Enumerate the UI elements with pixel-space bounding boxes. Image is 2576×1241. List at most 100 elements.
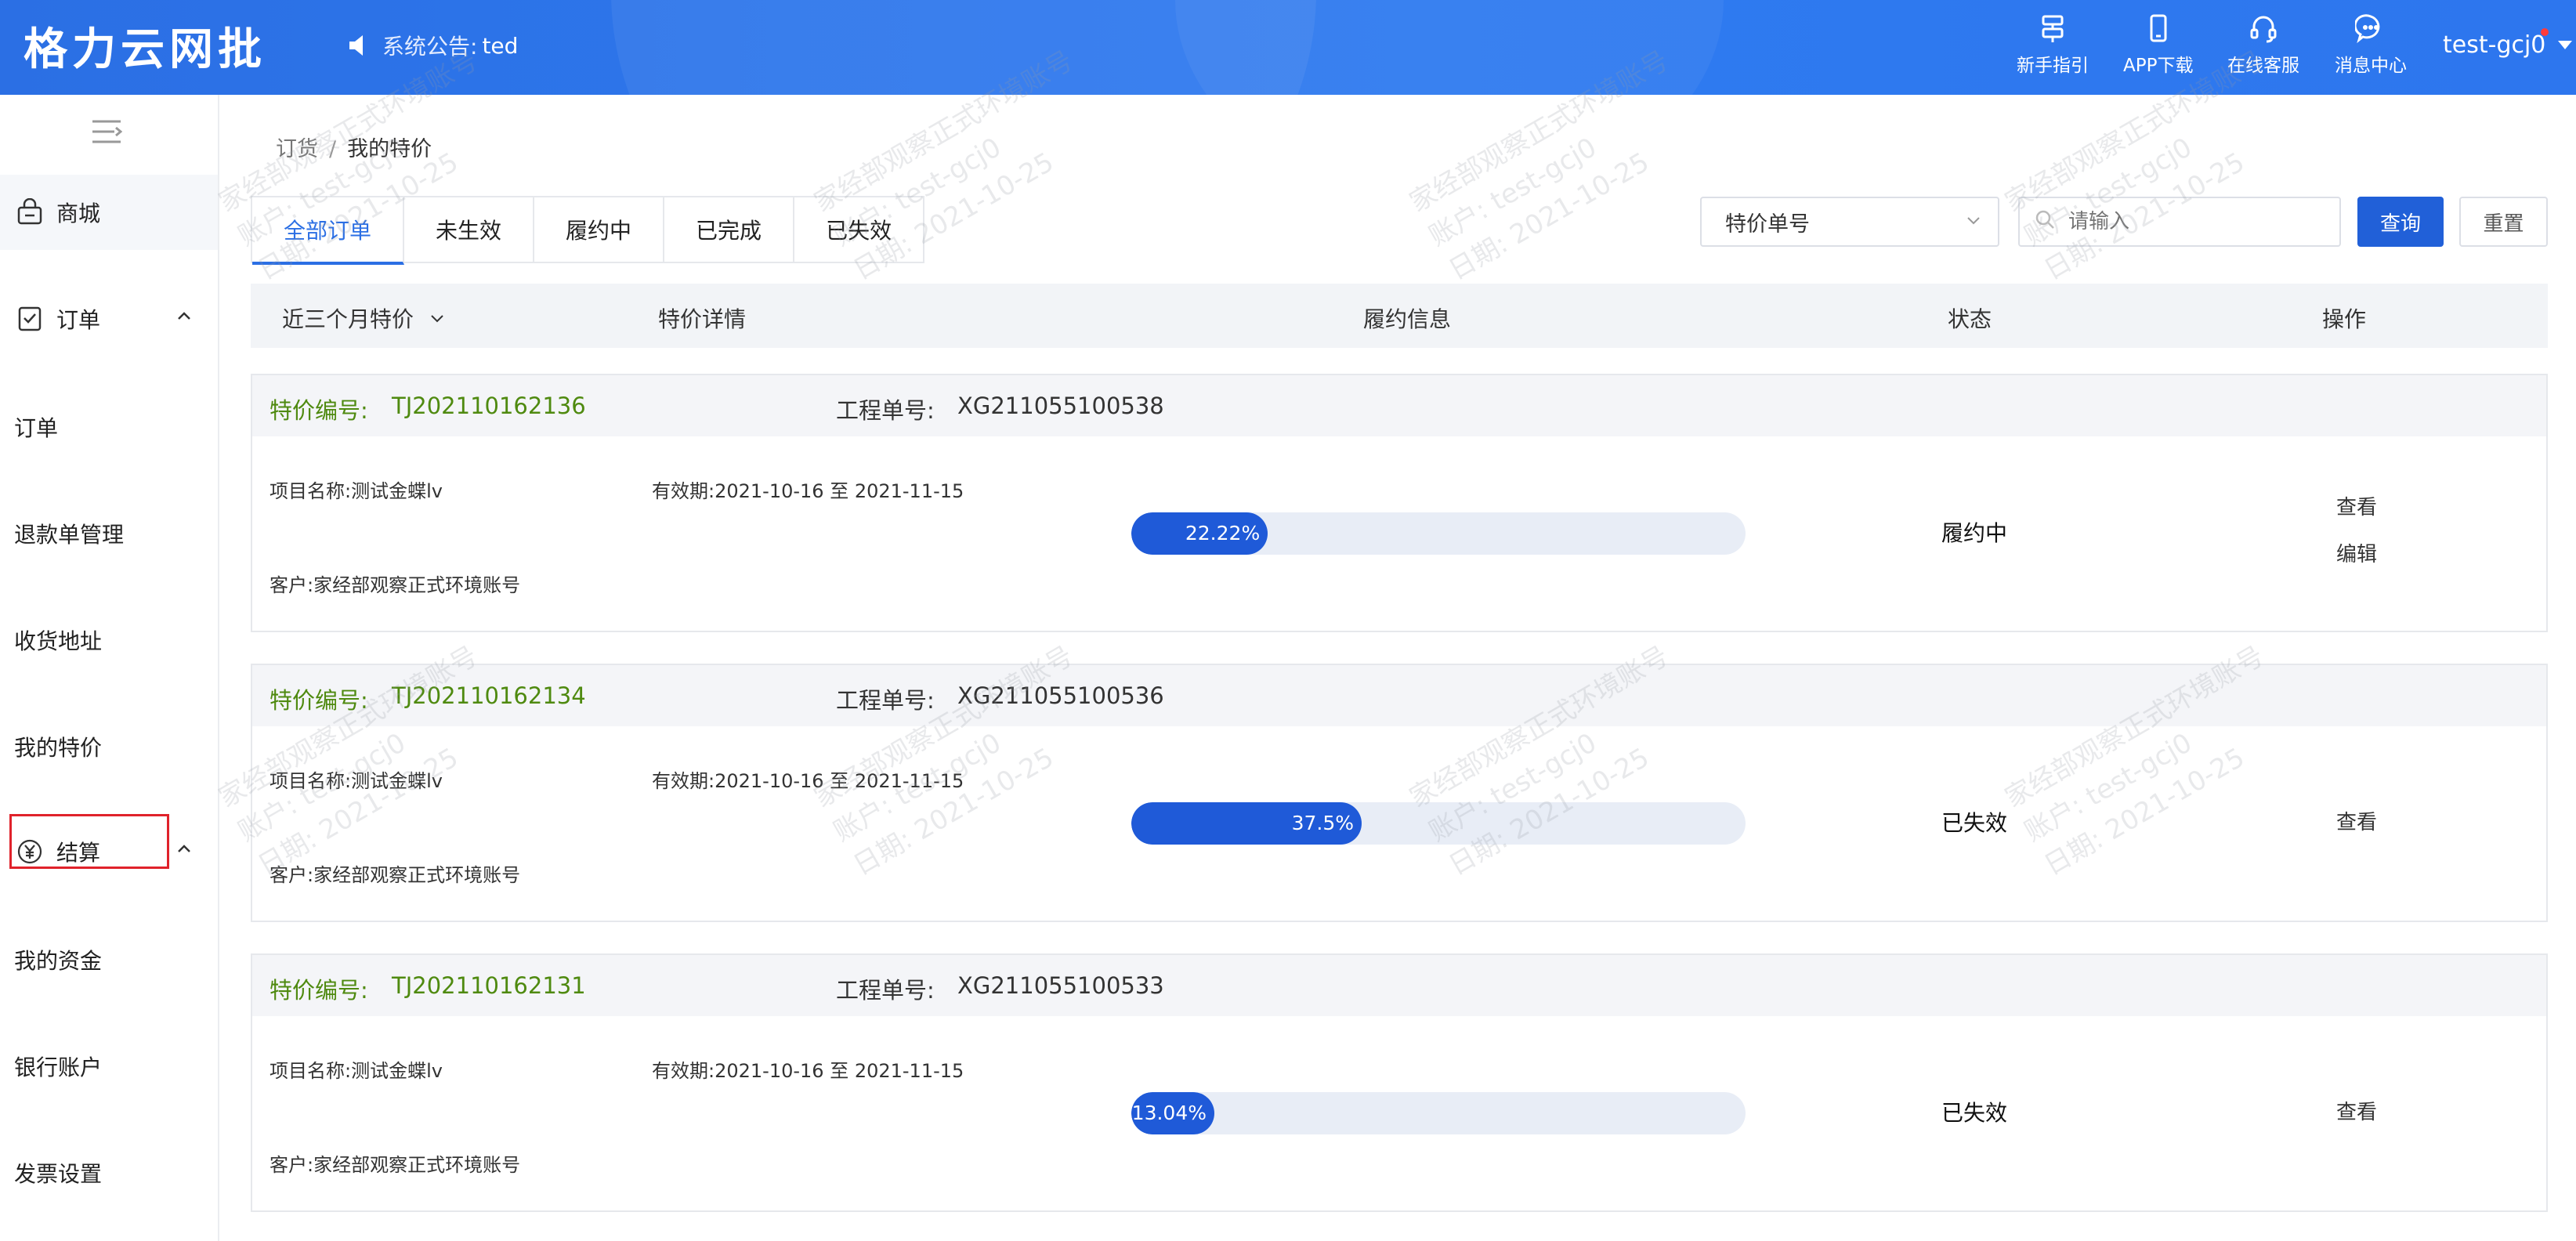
- chevron-up-icon: [178, 312, 190, 320]
- breadcrumb-parent[interactable]: 订货: [276, 137, 318, 161]
- work-order-label: 工程单号:: [836, 687, 935, 714]
- nav-app-download-label: APP下载: [2123, 56, 2194, 76]
- sidebar-item-address[interactable]: 收货地址: [14, 624, 102, 656]
- progress-fill: 22.22%: [1131, 512, 1268, 555]
- status-text: 履约中: [1941, 520, 2008, 546]
- order-no: TJ202110162131: [392, 972, 586, 999]
- search-type-value: 特价单号: [1725, 212, 1810, 237]
- chevron-down-icon: [431, 315, 443, 323]
- status-tabs: 全部订单 未生效 履约中 已完成 已失效: [251, 196, 925, 265]
- work-order-label: 工程单号:: [836, 397, 935, 424]
- notice-label: 系统公告:: [382, 34, 478, 60]
- progress-fill: 37.5%: [1131, 802, 1362, 845]
- sidebar: 商城 订单 订单 退款单管理 收货地址 我的特价 结算 我的资金 银行账户 发票…: [0, 95, 219, 1241]
- project-name: 项目名称:测试金蝶lv: [270, 480, 443, 502]
- edit-link[interactable]: 编辑: [2336, 538, 2377, 567]
- sidebar-group-order[interactable]: 订单: [0, 281, 218, 356]
- order-icon: [18, 306, 42, 331]
- progress-bar: 22.22%: [1131, 512, 1746, 555]
- tab-in-progress[interactable]: 履约中: [534, 197, 665, 262]
- project-name: 项目名称:测试金蝶lv: [270, 1060, 443, 1082]
- speaker-icon: [349, 35, 363, 56]
- progress-label: 37.5%: [1291, 812, 1354, 834]
- column-actions: 操作: [2322, 306, 2367, 332]
- system-notice[interactable]: 系统公告: ted: [348, 30, 518, 61]
- guide-icon: [2042, 15, 2064, 42]
- unread-dot: [2541, 28, 2549, 36]
- user-menu[interactable]: test-gcj0: [2443, 28, 2573, 59]
- chevron-down-icon: [1967, 217, 1980, 225]
- sidebar-item-refunds[interactable]: 退款单管理: [14, 518, 124, 549]
- tab-completed[interactable]: 已完成: [664, 197, 795, 262]
- app-logo[interactable]: 格力云网批: [24, 14, 266, 78]
- sidebar-mall-label: 商城: [56, 201, 101, 226]
- nav-online-service[interactable]: 在线客服: [2227, 13, 2299, 77]
- sidebar-item-orders[interactable]: 订单: [14, 411, 58, 443]
- progress-bar: 13.04%: [1131, 1092, 1746, 1134]
- order-no: TJ202110162136: [392, 393, 586, 419]
- special-price-card: 特价编号: TJ202110162131 工程单号: XG21105510053…: [251, 953, 2548, 1212]
- nav-guide-label: 新手指引: [2017, 56, 2089, 76]
- sidebar-group-settlement[interactable]: 结算: [0, 814, 218, 889]
- tab-expired[interactable]: 已失效: [794, 197, 925, 262]
- validity-period: 有效期:2021-10-16 至 2021-11-15: [652, 480, 964, 502]
- reset-button[interactable]: 重置: [2459, 197, 2548, 247]
- customer-name: 客户:家经部观察正式环境账号: [270, 864, 521, 886]
- top-header: 格力云网批 系统公告: ted 新手指引 APP下载 在线客服 消息中心 tes…: [0, 0, 2576, 95]
- message-icon: [2355, 14, 2380, 44]
- breadcrumb: 订货 / 我的特价: [276, 132, 432, 162]
- sidebar-item-bank-account[interactable]: 银行账户: [14, 1051, 102, 1082]
- sidebar-order-label: 订单: [56, 307, 101, 333]
- query-button[interactable]: 查询: [2357, 197, 2444, 247]
- card-header: [252, 665, 2546, 726]
- nav-app-download[interactable]: APP下载: [2123, 13, 2193, 77]
- column-status: 状态: [1948, 306, 1992, 332]
- search-input[interactable]: [2018, 197, 2341, 247]
- period-filter-label: 近三个月特价: [282, 306, 414, 332]
- nav-message-center-label: 消息中心: [2335, 56, 2407, 76]
- work-order-no: XG211055100538: [957, 393, 1164, 419]
- customer-name: 客户:家经部观察正式环境账号: [270, 1154, 521, 1176]
- period-filter[interactable]: 近三个月特价: [282, 302, 445, 334]
- column-performance: 履约信息: [1363, 306, 1452, 332]
- work-order-no: XG211055100536: [957, 682, 1164, 709]
- project-name: 项目名称:测试金蝶lv: [270, 770, 443, 792]
- sidebar-item-invoice-settings[interactable]: 发票设置: [14, 1157, 102, 1189]
- caret-down-icon: [2558, 41, 2573, 49]
- tab-all-orders[interactable]: 全部订单: [252, 197, 405, 265]
- sidebar-item-my-funds[interactable]: 我的资金: [14, 944, 102, 975]
- validity-period: 有效期:2021-10-16 至 2021-11-15: [652, 770, 964, 792]
- work-order-label: 工程单号:: [836, 977, 935, 1004]
- watermark-line: 日期: 2021-10-25: [1443, 147, 1655, 287]
- header-decoration: [1175, 0, 1724, 95]
- collapse-menu-icon[interactable]: [91, 118, 122, 145]
- nav-guide[interactable]: 新手指引: [2017, 13, 2089, 77]
- order-no-label: 特价编号:: [270, 687, 368, 714]
- sidebar-item-my-special-price[interactable]: 我的特价: [14, 731, 102, 762]
- search-type-select[interactable]: 特价单号: [1700, 197, 1999, 247]
- nav-message-center[interactable]: 消息中心: [2335, 13, 2407, 77]
- chevron-up-icon: [178, 845, 190, 852]
- card-header: [252, 375, 2546, 436]
- search-icon: [2035, 210, 2054, 229]
- headset-icon: [2250, 16, 2277, 43]
- phone-icon: [2150, 14, 2167, 42]
- view-link[interactable]: 查看: [2336, 806, 2377, 835]
- progress-label: 13.04%: [1131, 1102, 1207, 1124]
- view-link[interactable]: 查看: [2336, 1096, 2377, 1125]
- view-link[interactable]: 查看: [2336, 491, 2377, 520]
- status-text: 已失效: [1941, 1100, 2008, 1126]
- sidebar-item-mall[interactable]: 商城: [0, 175, 218, 250]
- notice-value: ted: [482, 32, 519, 59]
- tab-not-effective[interactable]: 未生效: [404, 197, 535, 262]
- yen-icon: [17, 839, 42, 864]
- progress-label: 22.22%: [1185, 522, 1261, 545]
- order-no-label: 特价编号:: [270, 397, 368, 424]
- special-price-card: 特价编号: TJ202110162136 工程单号: XG21105510053…: [251, 374, 2548, 632]
- watermark-line: 账户: test-gcj0: [1424, 132, 1602, 253]
- customer-name: 客户:家经部观察正式环境账号: [270, 574, 521, 596]
- breadcrumb-separator: /: [329, 137, 337, 161]
- work-order-no: XG211055100533: [957, 972, 1164, 999]
- username: test-gcj0: [2443, 31, 2546, 59]
- sidebar-settlement-label: 结算: [56, 840, 101, 866]
